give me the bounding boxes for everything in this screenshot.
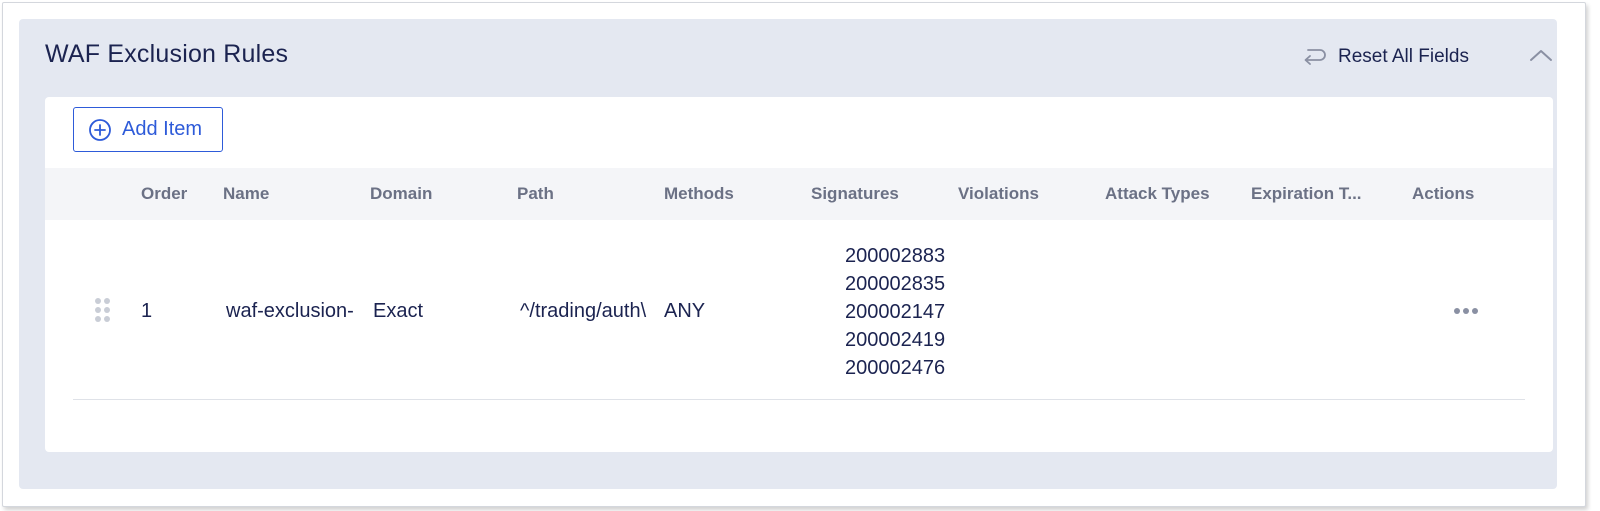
drag-handle-icon[interactable] xyxy=(95,298,111,324)
cell-domain: Exact xyxy=(373,300,424,322)
cell-attack-types xyxy=(1133,298,1263,324)
plus-circle-icon xyxy=(88,118,112,142)
signature-item: 200002147 xyxy=(845,301,946,323)
column-header-path[interactable]: Path xyxy=(517,168,637,220)
chevron-up-icon xyxy=(1529,48,1553,67)
add-item-button[interactable]: Add Item xyxy=(73,107,223,152)
column-header-signatures[interactable]: Signatures xyxy=(811,168,941,220)
panel-title: WAF Exclusion Rules xyxy=(45,40,289,68)
cell-name: waf-exclusion- xyxy=(226,300,354,322)
column-header-domain[interactable]: Domain xyxy=(370,168,490,220)
column-header-expiration[interactable]: Expiration T... xyxy=(1251,168,1391,220)
rules-card: Add Item Order Name Domain Path Methods … xyxy=(45,97,1553,452)
signature-item: 200002883 xyxy=(845,245,946,267)
table-row[interactable]: 1 waf-exclusion- Exact ^/trading/auth\ A… xyxy=(73,220,1525,400)
cell-methods: ANY xyxy=(664,300,706,322)
reset-all-fields-label: Reset All Fields xyxy=(1338,46,1469,67)
reset-all-fields-button[interactable]: Reset All Fields xyxy=(1302,43,1469,71)
column-header-name[interactable]: Name xyxy=(223,168,343,220)
cell-order: 1 xyxy=(141,300,153,322)
column-header-order[interactable]: Order xyxy=(141,168,211,220)
collapse-button[interactable] xyxy=(1527,46,1555,68)
column-header-attack-types[interactable]: Attack Types xyxy=(1105,168,1245,220)
more-horizontal-icon xyxy=(1453,302,1479,320)
signature-item: 200002419 xyxy=(845,329,946,351)
column-header-methods[interactable]: Methods xyxy=(664,168,784,220)
signature-item: 200002835 xyxy=(845,273,946,295)
undo-arrow-icon xyxy=(1302,45,1328,69)
row-actions-button[interactable] xyxy=(1450,300,1482,322)
column-header-actions: Actions xyxy=(1412,184,1475,203)
add-item-label: Add Item xyxy=(122,118,203,140)
cell-expiration xyxy=(1279,298,1409,324)
column-header-violations[interactable]: Violations xyxy=(958,168,1088,220)
signature-item: 200002476 xyxy=(845,357,946,379)
cell-path: ^/trading/auth\ xyxy=(520,300,647,322)
cell-violations xyxy=(986,298,1116,324)
table-header: Order Name Domain Path Methods Signature… xyxy=(45,168,1553,220)
cell-signatures: 200002883 200002835 200002147 200002419 … xyxy=(845,242,945,382)
